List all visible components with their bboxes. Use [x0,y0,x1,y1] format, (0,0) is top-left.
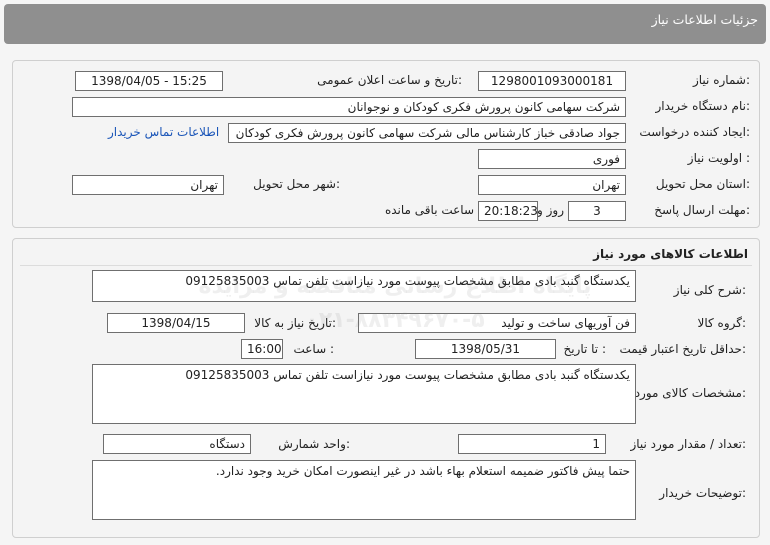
deadline-days-text: روز و [537,203,564,217]
unit-field: دستگاه [103,434,251,454]
response-deadline-label: مهلت ارسال پاسخ: [654,203,750,217]
quantity-field: 1 [458,434,606,454]
deadline-time-field: 20:18:23 [478,201,538,221]
need-number-field: 1298001093000181 [478,71,626,91]
buyer-notes-field: حتما پیش فاکتور ضمیمه استعلام بهاء باشد … [92,460,636,520]
need-number-label: شماره نیاز: [692,73,750,87]
buyer-name-field: شرکت سهامی کانون پرورش فکری کودکان و نوج… [72,97,626,117]
deadline-remaining-text: ساعت باقی مانده [384,203,474,217]
buyer-name-label: نام دستگاه خریدار: [655,99,751,113]
unit-label: واحد شمارش: [278,437,350,451]
priority-field: فوری [478,149,626,169]
delivery-province-field: تهران [478,175,626,195]
section-divider [20,265,752,266]
delivery-city-label: شهر محل تحویل: [253,177,340,191]
announce-date-label: تاریخ و ساعت اعلان عمومی: [317,73,462,87]
page-title: جزئیات اطلاعات نیاز [651,12,758,27]
deadline-days-field: 3 [568,201,626,221]
goods-section-title: اطلاعات کالاهای مورد نیاز [593,247,748,261]
announce-date-field: 1398/04/05 - 15:25 [75,71,223,91]
watermark-line-1: پایگاه اطلاع رسانی مناقصه و مزایده [198,274,592,299]
buyer-notes-label: توضیحات خریدار: [659,486,746,500]
buyer-contact-link[interactable]: اطلاعات تماس خریدار [108,125,219,139]
quantity-label: تعداد / مقدار مورد نیاز: [630,437,746,451]
need-summary-label: شرح کلی نیاز: [673,283,746,297]
goods-group-label: گروه کالا: [697,316,747,330]
watermark-line-2: ۰۲۱-۸۸۳۴۹۶۷۰-۵ [305,308,485,333]
request-creator-field: جواد صادقی خباز کارشناس مالی شرکت سهامی … [228,123,626,143]
priority-label: اولویت نیاز : [687,151,750,165]
delivery-city-field: تهران [72,175,224,195]
delivery-province-label: استان محل تحویل: [655,177,750,191]
request-creator-label: ایجاد کننده درخواست: [639,125,750,139]
price-validity-label: حداقل تاریخ اعتبار قیمت: [619,342,746,356]
watermark: پایگاه اطلاع رسانی مناقصه و مزایده ۰۲۱-۸… [195,270,595,420]
